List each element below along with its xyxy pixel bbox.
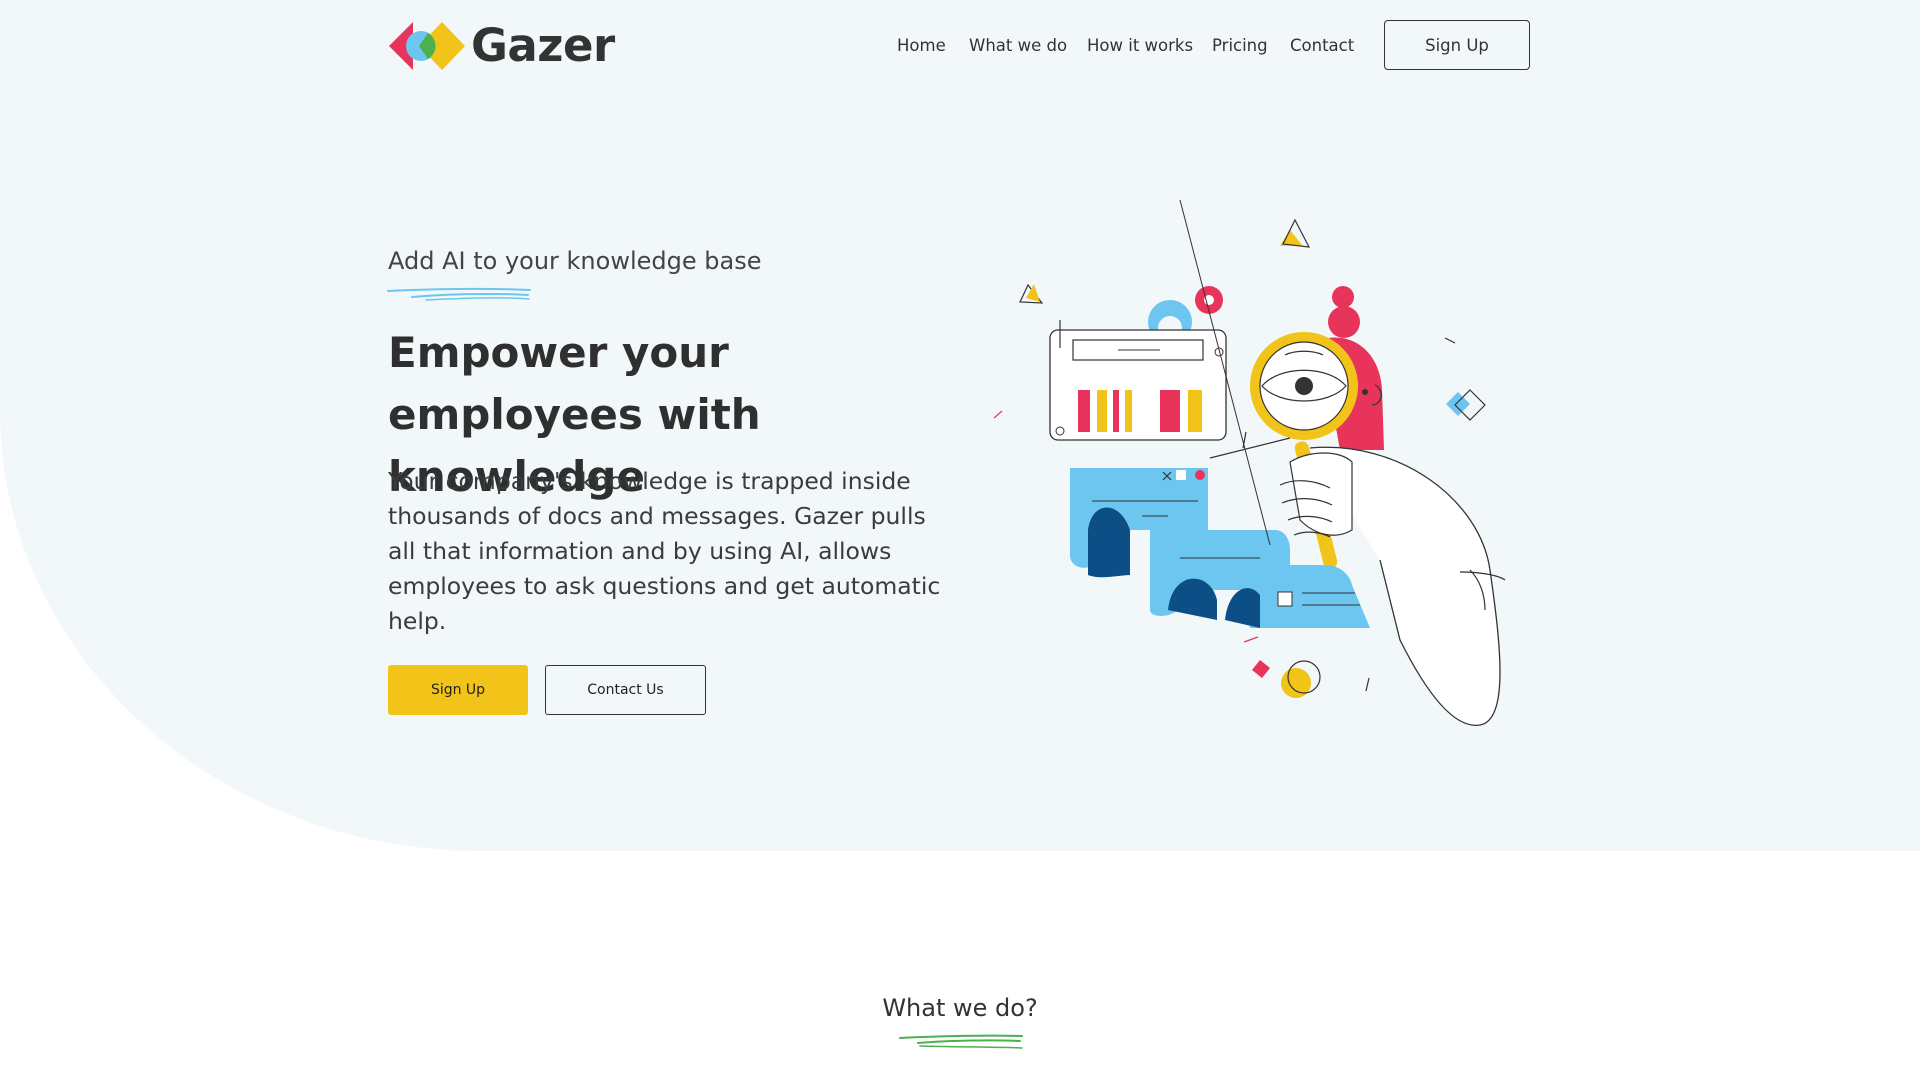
nav-contact[interactable]: Contact — [1290, 34, 1354, 58]
section-title: What we do? — [882, 994, 1038, 1022]
hero-background — [0, 0, 1920, 851]
hero-contact-button[interactable]: Contact Us — [545, 665, 706, 715]
hero-eyebrow: Add AI to your knowledge base — [388, 247, 762, 275]
nav-home[interactable]: Home — [897, 34, 946, 58]
header-signup-button[interactable]: Sign Up — [1384, 20, 1530, 70]
nav-what-we-do[interactable]: What we do — [969, 34, 1067, 58]
hero-illustration — [993, 200, 1506, 726]
hand — [1279, 452, 1353, 538]
hero-signup-button[interactable]: Sign Up — [388, 665, 528, 715]
nav-how-it-works[interactable]: How it works — [1087, 34, 1193, 58]
hero-description: Your company's knowledge is trapped insi… — [388, 467, 941, 635]
section-title-underline-decoration — [899, 1034, 1023, 1049]
nav-pricing[interactable]: Pricing — [1212, 34, 1268, 58]
logo[interactable]: Gazer — [387, 20, 615, 72]
eyebrow-underline-decoration — [387, 287, 531, 301]
dashboard-card — [1049, 320, 1227, 441]
logo-wordmark: Gazer — [471, 19, 615, 72]
site-header: Gazer Home What we do How it works Prici… — [0, 0, 1920, 92]
logo-mark-icon — [389, 22, 465, 70]
